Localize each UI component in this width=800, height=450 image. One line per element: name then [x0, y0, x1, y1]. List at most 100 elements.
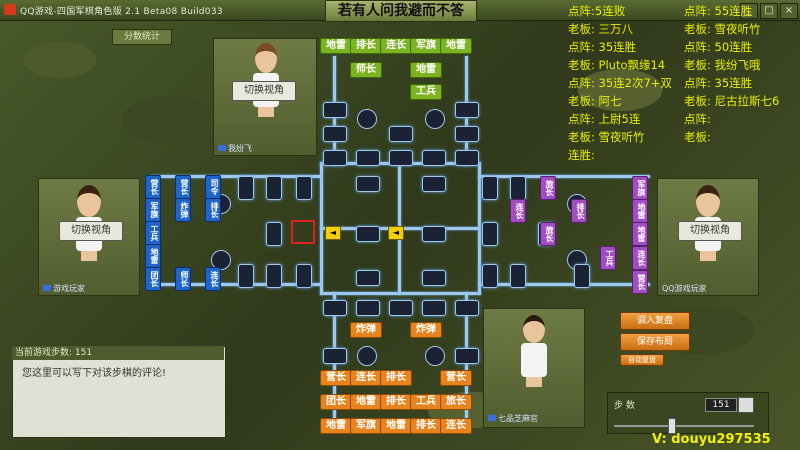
- board-cell[interactable]: [356, 226, 380, 242]
- purple-piece[interactable]: 旅长: [540, 222, 556, 246]
- board-cell[interactable]: [266, 264, 282, 288]
- score-stats-tab[interactable]: 分数统计: [112, 29, 172, 45]
- board-cell[interactable]: [389, 300, 413, 316]
- board-cell[interactable]: [455, 348, 479, 364]
- board-cell[interactable]: [296, 176, 312, 200]
- purple-piece[interactable]: 地雷: [632, 199, 648, 223]
- board-cell[interactable]: [482, 176, 498, 200]
- orange-piece[interactable]: 地雷: [320, 418, 352, 434]
- board-cell[interactable]: [510, 264, 526, 288]
- orange-piece[interactable]: 工兵: [410, 394, 442, 410]
- orange-piece[interactable]: 营长: [440, 370, 472, 386]
- board-cell[interactable]: [356, 176, 380, 192]
- blue-piece[interactable]: 连长: [205, 267, 221, 291]
- blue-piece[interactable]: 司令: [205, 175, 221, 199]
- board-cell[interactable]: [356, 300, 380, 316]
- green-piece[interactable]: 军旗: [410, 38, 442, 54]
- green-piece[interactable]: 连长: [380, 38, 412, 54]
- board-cell[interactable]: [455, 126, 479, 142]
- camp-node[interactable]: [357, 346, 377, 366]
- orange-piece[interactable]: 军旗: [350, 418, 382, 434]
- purple-piece[interactable]: 连长: [632, 246, 648, 270]
- load-replay-button[interactable]: 调入复盘: [620, 312, 690, 330]
- blue-piece[interactable]: 工兵: [145, 221, 161, 245]
- purple-piece[interactable]: 营长: [632, 270, 648, 294]
- purple-piece[interactable]: 军旗: [632, 176, 648, 200]
- green-piece[interactable]: 师长: [350, 62, 382, 78]
- comment-input[interactable]: 您这里可以写下对该步棋的评论!: [22, 364, 166, 379]
- purple-piece[interactable]: 连长: [510, 199, 526, 223]
- orange-piece[interactable]: 团长: [320, 394, 352, 410]
- board-cell[interactable]: [482, 264, 498, 288]
- camp-node[interactable]: [425, 109, 445, 129]
- board-cell[interactable]: [422, 150, 446, 166]
- board-cell[interactable]: [422, 226, 446, 242]
- camp-node[interactable]: [357, 109, 377, 129]
- board-cell[interactable]: [510, 176, 526, 200]
- orange-piece[interactable]: 连长: [440, 418, 472, 434]
- switch-view-button-left[interactable]: 切换视角: [59, 221, 123, 241]
- board-cell[interactable]: [266, 176, 282, 200]
- green-piece[interactable]: 工兵: [410, 84, 442, 100]
- orange-piece[interactable]: 地雷: [380, 418, 412, 434]
- board-cell[interactable]: [323, 348, 347, 364]
- board-cell[interactable]: [455, 300, 479, 316]
- green-piece[interactable]: 地雷: [320, 38, 352, 54]
- overlay-line: 连胜:: [568, 148, 595, 162]
- board-cell[interactable]: [356, 150, 380, 166]
- board-cell[interactable]: [323, 126, 347, 142]
- switch-view-button-top[interactable]: 切换视角: [232, 81, 296, 101]
- blue-piece[interactable]: 军旗: [145, 198, 161, 222]
- board-cell[interactable]: [356, 270, 380, 286]
- steps-go-button[interactable]: [738, 397, 754, 413]
- purple-piece[interactable]: 排长: [571, 199, 587, 223]
- camp-node[interactable]: [425, 346, 445, 366]
- blue-piece[interactable]: 师长: [175, 267, 191, 291]
- board-cell[interactable]: [389, 150, 413, 166]
- blue-piece[interactable]: 排长: [205, 198, 221, 222]
- orange-piece[interactable]: 炸弹: [410, 322, 442, 338]
- bottom-player-panel: 七品芝麻官: [483, 308, 585, 428]
- orange-piece[interactable]: 连长: [350, 370, 382, 386]
- board-cell[interactable]: [323, 150, 347, 166]
- blue-piece[interactable]: 炸弹: [175, 198, 191, 222]
- green-piece[interactable]: 地雷: [410, 62, 442, 78]
- board-cell[interactable]: [422, 176, 446, 192]
- orange-piece[interactable]: 排长: [380, 370, 412, 386]
- board-cell[interactable]: [422, 300, 446, 316]
- orange-piece[interactable]: 排长: [380, 394, 412, 410]
- green-piece[interactable]: 地雷: [440, 38, 472, 54]
- board-cell[interactable]: [266, 222, 282, 246]
- purple-piece[interactable]: 工兵: [600, 246, 616, 270]
- orange-piece[interactable]: 排长: [410, 418, 442, 434]
- board-cell[interactable]: [296, 264, 312, 288]
- orange-piece[interactable]: 营长: [320, 370, 352, 386]
- green-piece[interactable]: 排长: [350, 38, 382, 54]
- save-layout-button[interactable]: 保存布局: [620, 333, 690, 351]
- board-cell[interactable]: [574, 264, 590, 288]
- board-cell[interactable]: [389, 126, 413, 142]
- selected-cell[interactable]: [291, 220, 315, 244]
- steps-slider-track[interactable]: [614, 425, 754, 427]
- board-cell[interactable]: [238, 176, 254, 200]
- orange-piece[interactable]: 地雷: [350, 394, 382, 410]
- blue-piece[interactable]: 地雷: [145, 244, 161, 268]
- board-cell[interactable]: [482, 222, 498, 246]
- board-cell[interactable]: [422, 270, 446, 286]
- switch-view-button-right[interactable]: 切换视角: [678, 221, 742, 241]
- orange-piece[interactable]: 旅长: [440, 394, 472, 410]
- orange-piece[interactable]: 炸弹: [350, 322, 382, 338]
- purple-piece[interactable]: 地雷: [632, 222, 648, 246]
- board-cell[interactable]: [455, 150, 479, 166]
- auto-replay-button[interactable]: 自动复盘: [620, 354, 664, 366]
- board-cell[interactable]: [323, 300, 347, 316]
- current-steps-header: 当前游戏步数: 151: [12, 346, 224, 360]
- board-cell[interactable]: [323, 102, 347, 118]
- blue-piece[interactable]: 团长: [145, 267, 161, 291]
- purple-piece[interactable]: 旅长: [540, 176, 556, 200]
- blue-piece[interactable]: 营长: [175, 175, 191, 199]
- close-button[interactable]: ×: [780, 3, 798, 19]
- board-cell[interactable]: [238, 264, 254, 288]
- blue-piece[interactable]: 营长: [145, 175, 161, 199]
- board-cell[interactable]: [455, 102, 479, 118]
